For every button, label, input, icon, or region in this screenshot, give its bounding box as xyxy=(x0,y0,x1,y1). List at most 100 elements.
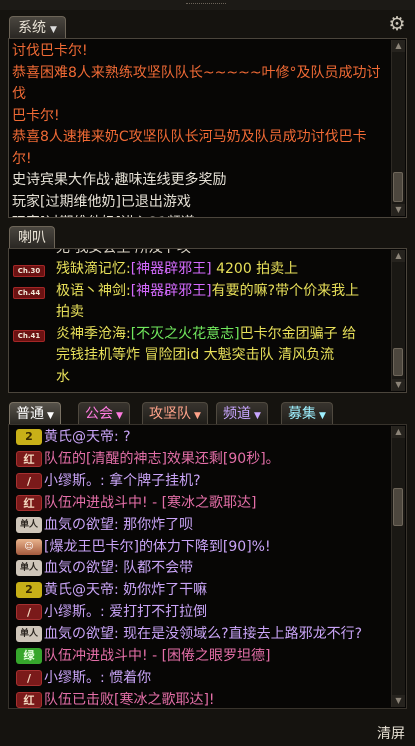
chat-message-row: / 小缪斯。: 爱打打不打拉倒 xyxy=(8,601,397,623)
chat-message-row: 红队伍冲进战斗中! - [寒冰之歌耶达] xyxy=(8,492,397,514)
chat-tab-label: 公会 xyxy=(85,406,113,422)
channel-badge-icon: / xyxy=(16,472,42,489)
chat-tab-label: 募集 xyxy=(288,406,316,422)
channel-badge-icon: 红 xyxy=(16,450,42,467)
chat-message-text: 队伍已击败[寒冰之歌耶达]! xyxy=(44,689,397,711)
scroll-up-icon[interactable]: ▲ xyxy=(392,250,405,262)
chat-sender[interactable]: 血気の欲望 xyxy=(44,626,114,642)
chat-message-text: 队伍冲进战斗中! - [困倦之眼罗坦德] xyxy=(44,645,397,667)
scroll-up-icon[interactable]: ▲ xyxy=(392,40,405,52)
chat-message-body: [困倦之眼罗坦德] xyxy=(161,648,271,664)
chat-separator: : xyxy=(100,669,110,686)
chat-message-text: 队伍的[清醒的神志]效果还剩[90秒]。 xyxy=(44,448,397,470)
tab-chat-0[interactable]: 普通 ▼ xyxy=(9,402,61,424)
horn-message-text: 炎神季沧海:[不灭之火花意志]巴卡尔金团骗子 给 xyxy=(56,324,390,346)
chat-separator: : xyxy=(114,626,124,643)
chat-message-row: 单人 血気の欲望: 现在是没领域么?直接去上路邪龙不行? xyxy=(8,623,397,645)
tab-horn-label: 喇叭 xyxy=(18,230,46,246)
tab-chat-4[interactable]: 募集 ▼ xyxy=(281,402,333,424)
tab-chat-3[interactable]: 频道 ▼ xyxy=(216,402,268,424)
channel-badge-icon: / xyxy=(16,604,42,621)
horn-message-body: 巴卡尔金团骗子 给 xyxy=(239,325,357,342)
chat-message-row: 2 黄氏@天帝: ? xyxy=(8,426,397,448)
tab-chat-1[interactable]: 公会 ▼ xyxy=(78,402,130,424)
channel-badge-icon: 单人 xyxy=(16,560,42,577)
chat-separator: - xyxy=(147,648,162,664)
system-message-line: 史诗宾果大作战·趣味连线更多奖励 xyxy=(12,172,227,188)
chat-message-text: 小缪斯。: 爱打打不打拉倒 xyxy=(44,601,397,623)
horn-scrollbar[interactable]: ▲ ▼ xyxy=(391,250,405,391)
chat-sender[interactable]: 血気の欲望 xyxy=(44,560,114,576)
chevron-down-icon: ▼ xyxy=(194,411,201,421)
chat-message-body: 拿个牌子挂机? xyxy=(109,472,201,489)
tab-system[interactable]: 系统 ▼ xyxy=(9,16,66,38)
system-message-line: 尔! xyxy=(12,150,32,167)
horn-message-continuation: 完钱挂机等炸 冒险团id 大魁突击队 清风负流 xyxy=(56,347,335,363)
system-message-line: 玩家[过期维他奶]进入21频道 xyxy=(9,213,406,217)
chat-sender[interactable]: 黄氏@天帝 xyxy=(44,582,114,598)
system-message-line: 恭喜困难8人来熟练攻坚队队长~~~~~叶修°及队员成功讨伐 xyxy=(12,64,381,103)
chat-message-body: 奶你炸了干嘛 xyxy=(123,582,208,599)
chat-separator: : xyxy=(100,604,110,621)
chat-sender[interactable]: 队伍的 xyxy=(44,451,86,467)
window-drag-strip[interactable] xyxy=(0,0,415,10)
chat-message-row: 单人 血気の欲望: 那你炸了呗 xyxy=(8,514,397,536)
clear-screen-button[interactable]: 清屏 xyxy=(377,723,405,743)
tab-chat-2[interactable]: 攻坚队 ▼ xyxy=(142,402,208,424)
scroll-thumb[interactable] xyxy=(393,348,403,376)
channel-level-badge: Ch.30 xyxy=(13,265,45,277)
scroll-down-icon[interactable]: ▼ xyxy=(392,379,405,391)
chat-sender[interactable]: 队伍冲进战斗中! xyxy=(44,648,148,664)
chat-message-body: 队都不会带 xyxy=(123,560,194,577)
chat-message-body: [寒冰之歌耶达]! xyxy=(114,691,215,708)
channel-level-badge: Ch.41 xyxy=(13,329,45,342)
chat-separator: : xyxy=(114,582,124,599)
tab-system-label: 系统 xyxy=(18,20,46,36)
channel-level-badge: Ch.44 xyxy=(13,286,45,299)
chat-message-text: 血気の欲望: 那你炸了呗 xyxy=(44,514,397,536)
chat-message-body: [寒冰之歌耶达] xyxy=(161,494,257,511)
item-link[interactable]: [不灭之火花意志] xyxy=(131,326,240,342)
chat-separator: : xyxy=(114,516,124,533)
chat-sender[interactable]: 队伍冲进战斗中! xyxy=(44,495,148,511)
system-message-line: 巴卡尔! xyxy=(12,107,60,124)
item-link[interactable]: [神器辟邪王] xyxy=(131,261,212,277)
chat-message-text: 小缪斯。: 拿个牌子挂机? xyxy=(44,470,397,492)
chat-message-row: ☺ [爆龙王巴卡尔]的体力下降到[90]%! xyxy=(8,536,397,558)
horn-sender-name[interactable]: 极语丶神剑 xyxy=(56,283,126,299)
chat-separator: - xyxy=(147,494,162,511)
chat-separator: : xyxy=(114,560,124,577)
chat-message-body: 惯着你 xyxy=(109,669,152,686)
horn-message-body: 4200 拍卖上 xyxy=(211,261,299,277)
scroll-down-icon[interactable]: ▼ xyxy=(392,204,405,216)
horn-message-body: 有要的嘛?带个价来我上 xyxy=(211,282,360,299)
chat-separator: : xyxy=(114,429,124,445)
channel-badge-icon: 红 xyxy=(16,494,42,511)
scroll-thumb[interactable] xyxy=(393,172,403,202)
horn-sender-name[interactable]: 残缺滴记忆 xyxy=(56,261,126,277)
chat-sender[interactable]: 小缪斯。 xyxy=(44,473,100,489)
chat-sender[interactable]: 黄氏@天帝 xyxy=(44,429,114,445)
item-link[interactable]: [神器辟邪王] xyxy=(131,283,212,299)
tab-horn[interactable]: 喇叭 xyxy=(9,226,55,248)
chat-message-text: 血気の欲望: 队都不会带 xyxy=(44,557,397,579)
chat-message-row: 绿队伍冲进战斗中! - [困倦之眼罗坦德] xyxy=(8,645,397,667)
channel-badge-icon: 单人 xyxy=(16,626,42,643)
system-message-panel: 讨伐巴卡尔! 恭喜困难8人来熟练攻坚队队长~~~~~叶修°及队员成功讨伐 巴卡尔! 恭… xyxy=(8,38,407,218)
chat-sender[interactable]: 小缪斯。 xyxy=(44,604,100,620)
chat-sender[interactable]: [爆龙王巴卡尔] xyxy=(44,539,139,555)
chat-sender[interactable]: 小缪斯。 xyxy=(44,670,100,686)
system-scrollbar[interactable]: ▲ ▼ xyxy=(391,40,405,216)
chevron-down-icon: ▼ xyxy=(254,411,261,421)
drag-grip[interactable] xyxy=(186,3,226,6)
chat-sender[interactable]: 血気の欲望 xyxy=(44,517,114,533)
horn-sender-name[interactable]: 炎神季沧海 xyxy=(56,326,126,342)
chat-message-body: ? xyxy=(123,429,131,445)
chat-tab-label: 攻坚队 xyxy=(149,406,191,422)
chevron-down-icon: ▼ xyxy=(116,411,123,421)
chat-message-row: 红队伍已击败[寒冰之歌耶达]! xyxy=(8,689,397,711)
chat-sender[interactable]: 队伍已击败 xyxy=(44,692,114,708)
chat-message-text: 黄氏@天帝: ? xyxy=(44,426,397,448)
chevron-down-icon: ▼ xyxy=(319,411,326,421)
gear-icon[interactable]: ⚙ xyxy=(387,14,407,34)
